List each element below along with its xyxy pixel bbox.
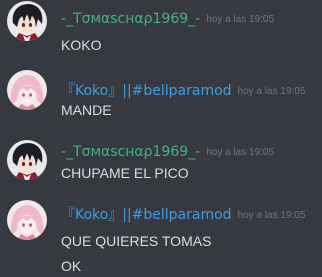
chat-message-list: -_Tσмαscнαρ1969_- hoy a las 19:05 KOKO 『K… bbox=[0, 0, 322, 277]
message-group: 『Koko』||#bellparamod hoy a las 19:05 QUE … bbox=[0, 200, 322, 277]
message-text: CHUPAME EL PICO bbox=[61, 165, 189, 181]
timestamp: hoy a las 19:05 bbox=[237, 210, 306, 221]
author-name[interactable]: 『Koko』||#bellparamod bbox=[61, 207, 232, 223]
message-group: 『Koko』||#bellparamod hoy a las 19:05 MAND… bbox=[0, 70, 322, 140]
message-text: KOKO bbox=[61, 37, 102, 53]
message-group: -_Tσмαscнαρ1969_- hoy a las 19:05 KOKO bbox=[0, 0, 322, 70]
author-name[interactable]: -_Tσмαscнαρ1969_- bbox=[61, 11, 200, 27]
anime-pink-hair-avatar-icon bbox=[7, 200, 47, 240]
user-avatar[interactable] bbox=[7, 1, 47, 41]
user-avatar[interactable] bbox=[7, 70, 47, 110]
message-text: OK bbox=[61, 258, 82, 274]
timestamp: hoy a las 19:05 bbox=[206, 147, 275, 158]
user-avatar[interactable] bbox=[7, 200, 47, 240]
message-text: MANDE bbox=[61, 102, 112, 118]
user-avatar[interactable] bbox=[7, 140, 47, 180]
message-group: -_Tσмαscнαρ1969_- hoy a las 19:05 CHUPAME… bbox=[0, 140, 322, 200]
anime-dark-hair-avatar-icon bbox=[7, 140, 47, 180]
anime-pink-hair-avatar-icon bbox=[7, 70, 47, 110]
author-name[interactable]: -_Tσмαscнαρ1969_- bbox=[61, 144, 200, 160]
timestamp: hoy a las 19:05 bbox=[206, 14, 275, 25]
timestamp: hoy a las 19:05 bbox=[237, 86, 306, 97]
author-name[interactable]: 『Koko』||#bellparamod bbox=[61, 83, 232, 99]
anime-dark-hair-avatar-icon bbox=[7, 1, 47, 41]
message-text: QUE QUIERES TOMAS bbox=[61, 233, 212, 249]
